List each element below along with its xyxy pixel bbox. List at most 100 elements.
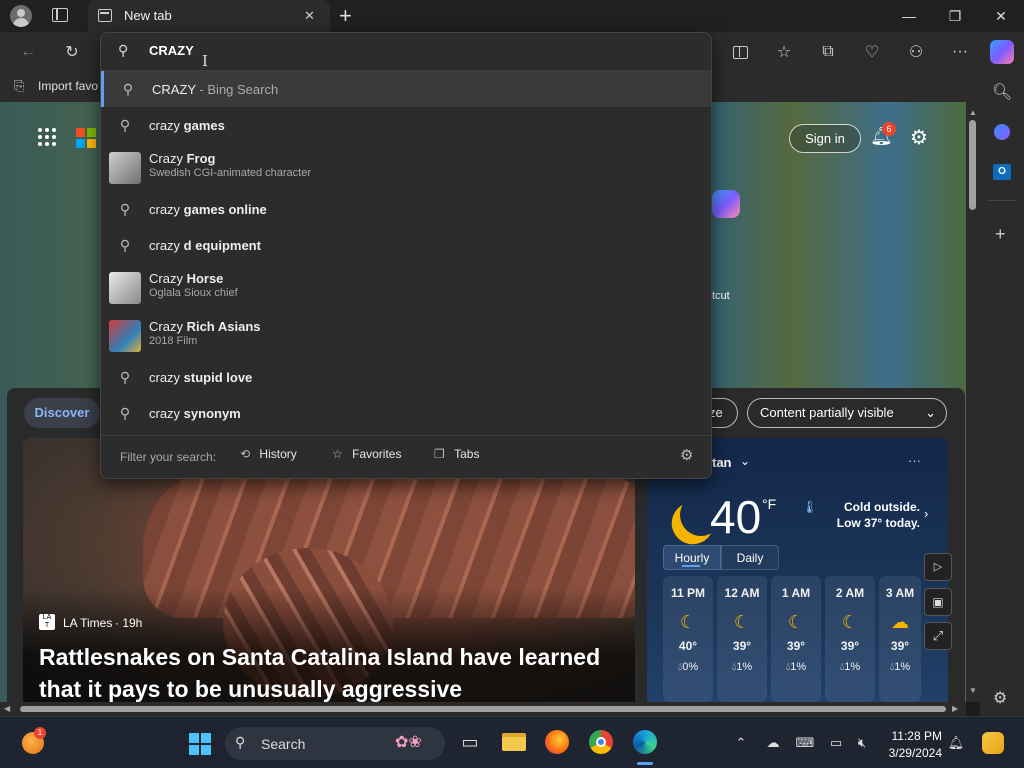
crazy-frog-thumbnail [109,152,141,184]
content-visibility-dropdown[interactable]: Content partially visible ⌄ [747,398,947,428]
suggestion-bing-search[interactable]: ⚲ CRAZY - Bing Search [101,71,711,107]
clock-date[interactable]: 3/29/2024 [882,746,942,760]
copilot-page-icon[interactable] [712,190,740,218]
suggestion-prefix: crazy [149,369,184,385]
suggestion-item[interactable]: ⚲ crazy d equipment [101,227,711,263]
tab-close-icon[interactable]: ✕ [304,8,315,24]
suggestion-text: CRAZY - Bing Search [152,82,278,97]
copilot-sidebar-icon[interactable] [994,124,1010,140]
import-favorites-link[interactable]: Import favo [38,79,98,93]
suggestion-bold: Rich Asians [186,319,261,334]
suggestions-settings-icon[interactable]: ⚙ [680,446,693,464]
crazy-horse-thumbnail [109,272,141,304]
tab-title: New tab [124,8,172,23]
play-icon[interactable]: ▷ [924,553,952,581]
close-button[interactable]: ✕ [978,0,1024,32]
tab-actions-icon[interactable] [52,8,68,22]
suggestion-subtitle: Oglala Sioux chief [149,287,238,299]
more-options-icon[interactable]: ··· [948,40,972,64]
suggestion-prefix: crazy [149,237,184,253]
sign-in-button[interactable]: Sign in [789,124,861,153]
filter-tabs-label: Tabs [454,447,480,461]
article-headline[interactable]: Rattlesnakes on Santa Catalina Island ha… [39,641,619,705]
image-icon[interactable]: ▣ [924,588,952,616]
volume-muted-icon[interactable]: 🔇︎ [852,733,872,753]
address-input[interactable]: CRAZY [149,43,194,58]
search-icon[interactable]: 🔍︎ [992,82,1012,102]
show-hidden-icons-icon[interactable]: ⌃ [731,733,751,753]
weather-location-partial[interactable]: tan [712,455,732,470]
browser-essentials-icon[interactable]: ♡ [860,40,884,64]
minimize-button[interactable]: — [886,0,932,32]
suggestion-item[interactable]: ⚲ crazy games [101,107,711,143]
hour-time: 2 AM [835,586,865,600]
notification-badge: 6 [882,122,896,136]
suggestion-subtitle: 2018 Film [149,335,198,347]
shortcut-label-partial: tcut [712,290,730,302]
copilot-taskbar-icon[interactable] [982,732,1004,754]
filter-favorites-button[interactable]: ☆ Favorites [332,447,401,461]
vertical-scrollbar[interactable]: ▲ ▼ [966,102,980,702]
weather-details-chevron-icon[interactable]: › [924,506,928,521]
task-view-icon[interactable]: ▭ [456,728,484,756]
add-sidebar-app-icon[interactable]: + [995,224,1006,245]
favorites-icon[interactable]: ☆ [772,40,796,64]
hour-column: 2 AM ☾ 39° 💧︎1% [825,576,875,702]
refresh-icon[interactable]: ↻ [60,40,84,64]
keyboard-icon[interactable]: ⌨ [795,733,815,753]
hour-column: 3 AM ☁ 39° 💧︎1% [879,576,921,702]
suggestion-bold: games online [183,201,267,217]
hour-column: 12 AM ☾ 39° 💧︎1% [717,576,767,702]
onedrive-icon[interactable]: ☁ [763,733,783,753]
display-icon[interactable]: ▭ [826,733,846,753]
tab-daily[interactable]: Daily [721,545,779,570]
suggestion-bold: stupid love [183,369,253,385]
tab-new-tab[interactable]: New tab ✕ [88,0,330,32]
weather-more-button[interactable]: ··· [908,453,921,468]
suggestion-text: crazy d equipment [149,238,261,253]
star-icon: ☆ [332,447,343,461]
filter-tabs-button[interactable]: ❐ Tabs [434,447,479,461]
article-age: · 19h [115,616,143,630]
hour-precip: 1% [894,661,911,673]
app-launcher-icon[interactable] [38,128,56,146]
current-temperature: 40 [710,491,762,543]
collections-icon[interactable]: ⧉ [816,40,840,64]
new-tab-button[interactable]: + [339,3,352,29]
suggestion-item[interactable]: Crazy Horse Oglala Sioux chief [101,269,711,307]
maximize-button[interactable]: ❐ [932,0,978,32]
file-explorer-icon[interactable] [500,728,528,756]
location-chevron-icon[interactable]: ⌄ [740,454,750,468]
share-icon[interactable]: ⚇ [904,40,928,64]
clock-time[interactable]: 11:28 PM [882,729,942,743]
temperature-unit[interactable]: °F [762,496,776,512]
profile-avatar[interactable] [10,5,32,27]
suggestion-text: Crazy Horse Oglala Sioux chief [149,271,238,299]
page-settings-icon[interactable]: ⚙ [910,125,928,150]
crazy-rich-asians-thumbnail [109,320,141,352]
filter-history-button[interactable]: ⟲ History [240,447,297,461]
edge-icon[interactable] [631,728,659,756]
discover-tab[interactable]: Discover [24,398,100,428]
hour-time: 12 AM [724,586,760,600]
suggestion-item[interactable]: Crazy Rich Asians 2018 Film [101,317,711,355]
search-highlight-icon: ✿❀ [395,734,422,751]
back-icon[interactable]: ← [16,40,40,64]
start-windows-icon[interactable] [189,733,211,755]
expand-icon[interactable]: ⤢ [924,622,952,650]
split-screen-icon[interactable] [728,40,752,64]
copilot-icon[interactable] [990,40,1014,64]
notification-center-bell-icon[interactable]: 🔔︎ [946,733,966,753]
address-search-icon: ⚲ [118,42,129,58]
firefox-icon[interactable] [543,728,571,756]
sidebar-settings-icon[interactable]: ⚙ [993,688,1007,708]
chrome-icon[interactable] [587,728,615,756]
suggestion-item[interactable]: ⚲ crazy stupid love [101,359,711,395]
suggestion-item[interactable]: ⚲ crazy synonym [101,395,711,431]
taskbar-search-box[interactable]: ⚲ Search ✿❀ [225,727,445,760]
suggestion-bold: synonym [183,405,241,421]
suggestion-item[interactable]: ⚲ crazy games online [101,191,711,227]
outlook-icon[interactable]: O [993,164,1011,180]
suggestion-item[interactable]: Crazy Frog Swedish CGI-animated characte… [101,149,711,187]
moon-small-icon: ☾ [679,612,697,632]
